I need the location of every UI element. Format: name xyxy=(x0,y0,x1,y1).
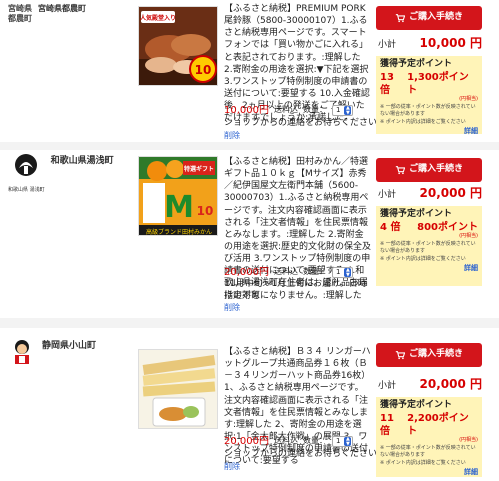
subtotal: 小計 20,000 円 xyxy=(378,186,482,202)
price: 20,000円 xyxy=(224,436,269,447)
delete-link[interactable]: 削除 xyxy=(224,131,240,141)
product-image[interactable] xyxy=(138,349,218,429)
points-rate: 11 倍 xyxy=(380,412,394,437)
price-row: 20,000円 送料込 数量： 1 ▲ ▼ xyxy=(224,435,374,448)
municipality-name[interactable]: 和歌山県湯浅町 xyxy=(51,156,114,168)
quantity-label: 数量： xyxy=(303,267,327,277)
points-detail-link[interactable]: 詳細 xyxy=(380,468,478,477)
thumb-label: 特選ギフト xyxy=(184,165,214,173)
quantity-value: 1 xyxy=(336,436,341,445)
delivery-note: 11月中旬〜1月上旬にお届け。日時指定不可 xyxy=(224,279,367,301)
cart-item: 和歌山県 湯浅町 和歌山県湯浅町 特選ギフト M 10 高級ブランド田村みかん … xyxy=(0,148,499,313)
thumb-badge: 人気殿堂入り xyxy=(140,14,176,22)
municipality-logo: 和歌山県 湯浅町 xyxy=(8,152,45,193)
points-value: 1,300ポイント xyxy=(407,71,469,96)
municipality: 宮崎県 都農町 宮崎県都農町 xyxy=(8,4,128,23)
points-note: ※ 一部の従率・ポイント数が反映されていない場合があります xyxy=(380,104,476,117)
quantity-select[interactable]: 1 ▲ ▼ xyxy=(332,267,354,278)
divider xyxy=(0,318,499,328)
pork-product-image: 人気殿堂入り 10 xyxy=(139,7,217,85)
thumb-number: 10 xyxy=(197,204,214,218)
quantity-select[interactable]: 1 ▲ ▼ xyxy=(332,436,354,447)
logo-caption: 和歌山県 湯浅町 xyxy=(8,186,45,193)
points-detail-link[interactable]: 詳細 xyxy=(380,127,478,136)
municipality-logo-text: 宮崎県 都農町 xyxy=(8,4,32,23)
points-box: 獲得予定ポイント 11 倍 2,200ポイント (円相当) ※ 一部の従率・ポイ… xyxy=(376,397,482,477)
points-note: ※ 一部の従率・ポイント数が反映されていない場合があります xyxy=(380,241,476,254)
checkout-label: ご購入手続き xyxy=(408,164,463,175)
subtotal-value: 20,000 円 xyxy=(419,377,483,391)
voucher-product-image xyxy=(139,350,217,428)
cart-item: 宮崎県 都農町 宮崎県都農町 人気殿堂入り 10 【ふるさと納税】PREMIUM… xyxy=(0,0,499,142)
shipping-label: 送料込 xyxy=(274,436,298,446)
shop-contact-note: ショップからの連絡をお待ちください xyxy=(224,118,378,128)
municipality: 静岡県小山町 xyxy=(8,337,128,367)
select-arrows-icon: ▲ ▼ xyxy=(344,267,352,278)
town-emblem-icon xyxy=(15,154,38,176)
shipping-label: 送料込 xyxy=(274,267,298,277)
points-value: 800ポイント xyxy=(417,221,478,233)
thumb-number: 10 xyxy=(195,63,212,77)
mascot-icon xyxy=(10,339,34,365)
quantity-label: 数量： xyxy=(303,436,327,446)
delete-link[interactable]: 削除 xyxy=(224,462,240,472)
municipality-name[interactable]: 静岡県小山町 xyxy=(42,341,96,353)
points-rate: 13 倍 xyxy=(380,71,394,96)
mikan-product-image: 特選ギフト M 10 高級ブランド田村みかん xyxy=(139,157,217,236)
points-note: ※ ポイント内訳は詳細をご覧ください xyxy=(380,119,466,126)
points-title: 獲得予定ポイント xyxy=(380,209,453,219)
cart-item: 静岡県小山町 【ふるさと納税】Ｂ３４ リンガーハットグループ共通商品券１６枚（Ｂ… xyxy=(0,333,499,481)
checkout-label: ご購入手続き xyxy=(408,12,463,23)
quantity-select[interactable]: 1 ▲ ▼ xyxy=(332,105,354,116)
checkout-button[interactable]: ご購入手続き xyxy=(376,343,482,367)
thumb-size: M xyxy=(164,190,194,225)
product-image[interactable]: 特選ギフト M 10 高級ブランド田村みかん xyxy=(138,156,218,236)
points-box: 獲得予定ポイント 4 倍 800ポイント (円相当) ※ 一部の従率・ポイント数… xyxy=(376,206,482,286)
checkout-button[interactable]: ご購入手続き xyxy=(376,158,482,182)
points-title: 獲得予定ポイント xyxy=(380,59,453,69)
points-value: 2,200ポイント xyxy=(407,412,469,437)
subtotal-value: 20,000 円 xyxy=(419,186,483,200)
price-row: 20,000円 送料込 数量： 1 ▲ ▼ xyxy=(224,266,374,279)
cart-icon xyxy=(395,14,405,23)
quantity-value: 1 xyxy=(336,267,341,276)
delete-link[interactable]: 削除 xyxy=(224,303,240,313)
municipality: 和歌山県 湯浅町 和歌山県湯浅町 xyxy=(8,152,128,193)
checkout-label: ご購入手続き xyxy=(408,349,463,360)
subtotal-value: 10,000 円 xyxy=(419,36,483,50)
cart-icon xyxy=(395,351,405,360)
subtotal-label: 小計 xyxy=(378,40,397,50)
municipality-name[interactable]: 宮崎県都農町 xyxy=(38,4,86,14)
price: 10,000円 xyxy=(224,105,269,116)
points-note: ※ ポイント内訳は詳細をご覧ください xyxy=(380,256,466,263)
quantity-label: 数量： xyxy=(303,105,327,115)
shop-contact-note: ショップからの連絡をお待ちください xyxy=(224,449,378,459)
quantity-value: 1 xyxy=(336,105,341,114)
select-arrows-icon: ▲ ▼ xyxy=(344,436,352,447)
cart-icon xyxy=(395,166,405,175)
thumb-brand: 高級ブランド田村みかん xyxy=(146,228,212,236)
points-note: ※ ポイント内訳は詳細をご覧ください xyxy=(380,460,466,467)
subtotal: 小計 10,000 円 xyxy=(378,36,482,52)
price-row: 10,000円 送料込 数量： 1 ▲ ▼ xyxy=(224,104,374,117)
subtotal-label: 小計 xyxy=(378,190,397,200)
points-note: ※ 一部の従率・ポイント数が反映されていない場合があります xyxy=(380,445,476,458)
subtotal-label: 小計 xyxy=(378,381,397,391)
checkout-button[interactable]: ご購入手続き xyxy=(376,6,482,30)
points-detail-link[interactable]: 詳細 xyxy=(380,264,478,273)
shipping-label: 送料込 xyxy=(274,105,298,115)
subtotal: 小計 20,000 円 xyxy=(378,377,482,393)
product-image[interactable]: 人気殿堂入り 10 xyxy=(138,6,218,86)
points-box: 獲得予定ポイント 13 倍 1,300ポイント (円相当) ※ 一部の従率・ポイ… xyxy=(376,56,482,136)
select-arrows-icon: ▲ ▼ xyxy=(344,105,352,116)
points-title: 獲得予定ポイント xyxy=(380,400,453,410)
price: 20,000円 xyxy=(224,267,269,278)
points-rate: 4 倍 xyxy=(380,221,401,233)
